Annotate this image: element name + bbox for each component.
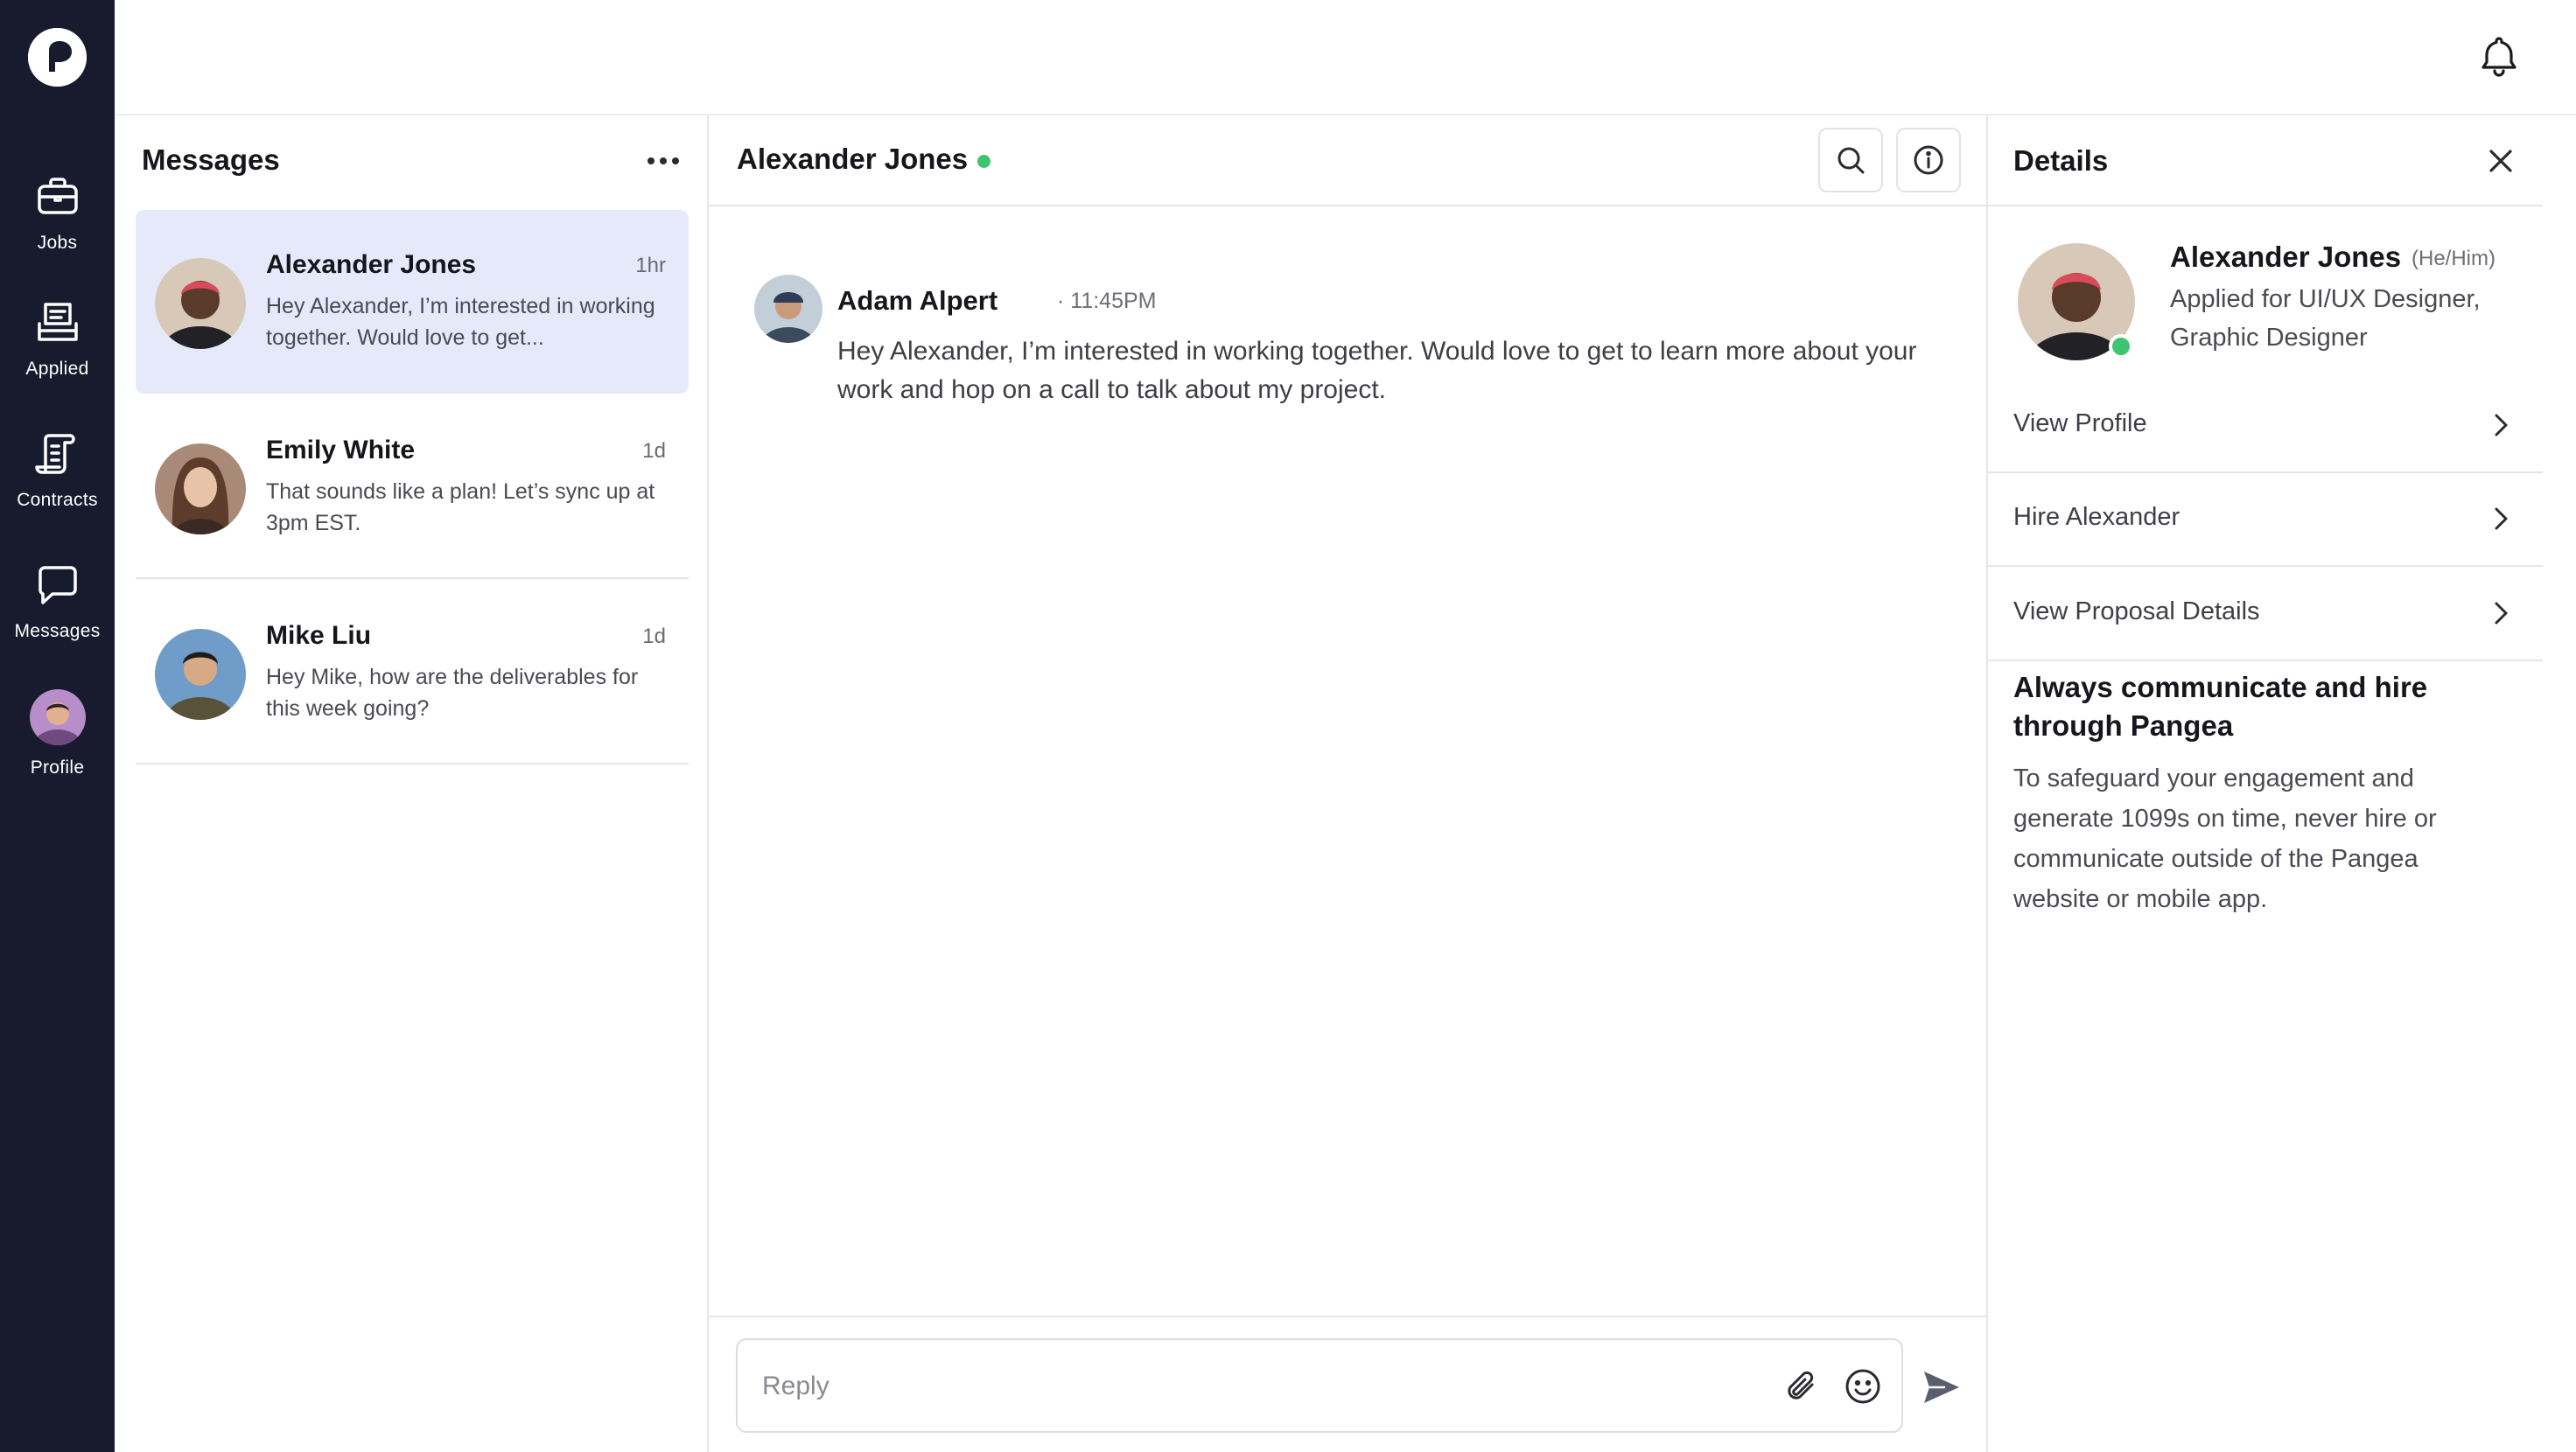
action-label: View Profile bbox=[2013, 409, 2147, 437]
nav-item-label: Messages bbox=[14, 621, 101, 641]
conversation-time: 1d bbox=[642, 625, 666, 648]
profile-pronouns: (He/Him) bbox=[2412, 247, 2496, 270]
nav-item-applied[interactable]: Applied bbox=[0, 297, 115, 380]
conversation-item[interactable]: Emily White 1d That sounds like a plan! … bbox=[136, 395, 689, 579]
applied-roles: Applied for UI/UX Designer, Graphic Desi… bbox=[2170, 285, 2481, 352]
avatar bbox=[155, 258, 246, 349]
avatar bbox=[754, 275, 822, 343]
messages-list-header: Messages bbox=[115, 115, 707, 206]
conversation-preview: Hey Alexander, I’m interested in working… bbox=[266, 294, 655, 350]
message-sender: Adam Alpert bbox=[837, 285, 998, 316]
conversation-item[interactable]: Alexander Jones 1hr Hey Alexander, I’m i… bbox=[136, 210, 689, 394]
notice-body: To safeguard your engagement and generat… bbox=[2013, 764, 2437, 913]
nav-item-messages[interactable]: Messages bbox=[0, 560, 115, 642]
more-options-icon[interactable] bbox=[642, 142, 684, 180]
pangea-logo[interactable] bbox=[28, 28, 87, 87]
bell-icon[interactable] bbox=[2474, 31, 2524, 80]
nav-item-label: Contracts bbox=[17, 490, 98, 510]
chat-contact-name: Alexander Jones bbox=[737, 143, 969, 175]
message-body: Hey Alexander, I’m interested in working… bbox=[837, 337, 1917, 404]
chat-bubble-icon bbox=[32, 560, 84, 612]
close-icon[interactable] bbox=[2483, 143, 2518, 178]
avatar bbox=[155, 443, 246, 534]
profile-name: Alexander Jones bbox=[2170, 241, 2402, 273]
emoji-icon[interactable] bbox=[1842, 1365, 1884, 1407]
reply-input[interactable] bbox=[762, 1365, 1725, 1408]
briefcase-icon bbox=[32, 171, 84, 224]
conversation-time: 1d bbox=[642, 439, 666, 463]
conversation-name: Alexander Jones bbox=[266, 250, 477, 279]
profile-avatar bbox=[2018, 243, 2135, 360]
chat-pane: Alexander Jones Adam Alpert · 11:45PM He… bbox=[709, 115, 1988, 1452]
nav-item-contracts[interactable]: Contracts bbox=[0, 429, 115, 511]
avatar bbox=[29, 689, 86, 745]
document-stack-icon bbox=[32, 297, 84, 350]
nav-item-profile[interactable]: Profile bbox=[0, 689, 115, 778]
reply-box bbox=[736, 1338, 1903, 1433]
conversation-item[interactable]: Mike Liu 1d Hey Mike, how are the delive… bbox=[136, 581, 689, 764]
online-status-indicator bbox=[2109, 334, 2133, 359]
messages-title: Messages bbox=[142, 143, 280, 176]
details-pane: Details Alexander Jones (He/Him) Applied… bbox=[1988, 115, 2576, 1452]
notice-title: Always communicate and hire through Pang… bbox=[2013, 671, 2428, 742]
send-icon[interactable] bbox=[1919, 1365, 1964, 1410]
online-status-indicator bbox=[977, 155, 990, 168]
action-label: Hire Alexander bbox=[2013, 503, 2180, 531]
chevron-right-icon bbox=[2483, 501, 2518, 536]
info-button[interactable] bbox=[1896, 128, 1961, 192]
search-button[interactable] bbox=[1818, 128, 1883, 192]
hire-link[interactable]: Hire Alexander bbox=[1988, 473, 2543, 567]
chevron-right-icon bbox=[2483, 408, 2518, 443]
nav-item-label: Jobs bbox=[37, 233, 78, 253]
composer-area bbox=[709, 1316, 1986, 1452]
details-title: Details bbox=[2013, 144, 2109, 177]
conversation-time: 1hr bbox=[635, 254, 666, 277]
view-profile-link[interactable]: View Profile bbox=[1988, 380, 2543, 473]
conversation-name: Mike Liu bbox=[266, 621, 372, 650]
contract-icon bbox=[32, 429, 84, 481]
messages-list-pane: Messages Alexander Jones 1hr Hey Alexand… bbox=[115, 115, 709, 1452]
nav-item-jobs[interactable]: Jobs bbox=[0, 171, 115, 254]
avatar bbox=[155, 629, 246, 720]
action-label: View Proposal Details bbox=[2013, 597, 2260, 625]
details-header: Details bbox=[1988, 115, 2543, 206]
nav-item-label: Applied bbox=[25, 359, 89, 379]
top-bar bbox=[115, 0, 2576, 115]
search-icon bbox=[1838, 147, 1865, 174]
view-proposal-link[interactable]: View Proposal Details bbox=[1988, 568, 2543, 661]
chat-header: Alexander Jones bbox=[709, 115, 1986, 206]
conversation-name: Emily White bbox=[266, 436, 416, 464]
paperclip-icon[interactable] bbox=[1781, 1365, 1823, 1407]
side-nav: Jobs Applied Contracts Messages Profile bbox=[0, 0, 115, 1452]
conversation-preview: That sounds like a plan! Let’s sync up a… bbox=[266, 479, 655, 535]
chevron-right-icon bbox=[2483, 596, 2518, 631]
info-icon bbox=[1914, 145, 1943, 175]
nav-item-label: Profile bbox=[30, 757, 85, 778]
message-time: · 11:45PM bbox=[1057, 289, 1157, 313]
conversation-preview: Hey Mike, how are the deliverables for t… bbox=[266, 665, 639, 721]
